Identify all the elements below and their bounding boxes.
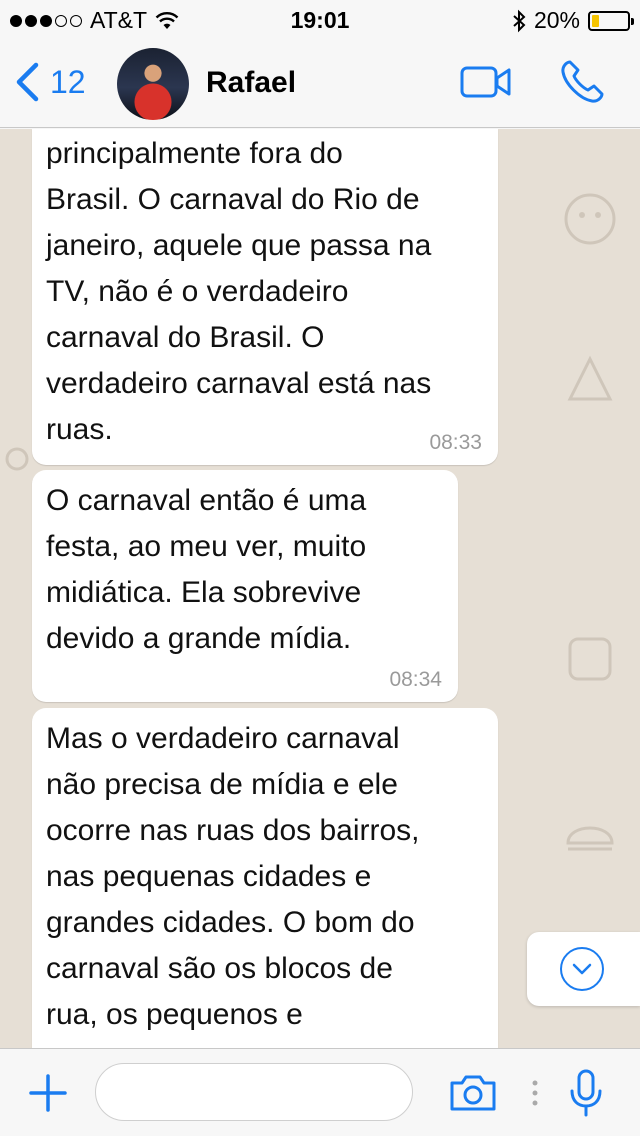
message-line: TV, não é o verdadeiro <box>46 275 349 308</box>
message-line: Mas o verdadeiro carnaval <box>46 722 400 755</box>
message-timestamp: 08:34 <box>389 668 442 691</box>
message-line: devido a grande mídia. <box>46 622 352 655</box>
message-line: não precisa de mídia e ele <box>46 768 398 801</box>
message-line: O carnaval então é uma <box>46 484 367 517</box>
plus-icon[interactable] <box>28 1073 68 1113</box>
back-button[interactable]: 12 <box>14 62 86 102</box>
scroll-down-icon <box>560 947 604 991</box>
battery-level <box>592 14 599 27</box>
message-line: nas pequenas cidades e <box>46 860 372 893</box>
unread-count: 12 <box>50 63 86 100</box>
message-timestamp: 08:33 <box>429 431 482 454</box>
separator-dots-icon <box>532 1080 538 1106</box>
scroll-to-bottom-button[interactable] <box>527 932 640 1006</box>
message-line: rua, os pequenos e <box>46 998 303 1031</box>
message-line: verdadeiro carnaval está nas <box>46 367 432 400</box>
back-chevron-icon <box>16 62 39 102</box>
message-input[interactable] <box>95 1063 413 1121</box>
message-line: grandes cidades. O bom do <box>46 906 415 939</box>
message-line: ocorre nas ruas dos bairros, <box>46 814 420 847</box>
message-bubble[interactable]: principalmente fora do Brasil. O carnava… <box>32 129 498 465</box>
chat-header: 12 Rafael <box>0 40 640 128</box>
message-line: principalmente fora do <box>46 137 343 170</box>
message-line: tradicionais <box>46 1038 484 1048</box>
bluetooth-icon <box>513 9 526 32</box>
message-text: principalmente fora do Brasil. O carnava… <box>46 129 484 453</box>
message-text: Mas o verdadeiro carnaval não precisa de… <box>46 708 484 1048</box>
phone-call-icon[interactable] <box>558 58 606 106</box>
camera-icon[interactable] <box>448 1073 498 1113</box>
message-line: carnaval do Brasil. O <box>46 321 325 354</box>
chat-area[interactable]: principalmente fora do Brasil. O carnava… <box>0 129 640 1048</box>
background-doodle-icon <box>567 355 613 401</box>
message-line: ruas. <box>46 413 113 446</box>
background-doodle-icon <box>5 447 29 471</box>
message-bubble[interactable]: O carnaval então é uma festa, ao meu ver… <box>32 470 458 702</box>
message-bubble[interactable]: Mas o verdadeiro carnaval não precisa de… <box>32 708 498 1048</box>
microphone-icon[interactable] <box>568 1069 604 1117</box>
message-line: Brasil. O carnaval do Rio de <box>46 183 420 216</box>
avatar[interactable] <box>117 48 189 120</box>
message-line: festa, ao meu ver, muito <box>46 530 367 563</box>
battery-percent: 20% <box>533 7 580 33</box>
battery-icon <box>588 10 634 31</box>
message-line: carnaval são os blocos de <box>46 952 393 985</box>
message-text: O carnaval então é uma festa, ao meu ver… <box>46 470 444 662</box>
contact-name[interactable]: Rafael <box>206 66 296 100</box>
message-line: midiática. Ela sobrevive <box>46 576 362 609</box>
message-line: janeiro, aquele que passa na <box>46 229 432 262</box>
background-doodle-icon <box>564 193 616 245</box>
status-bar: AT&T 19:01 20% <box>0 0 640 40</box>
background-doodle-icon <box>566 826 614 851</box>
message-input-bar <box>0 1048 640 1136</box>
background-doodle-icon <box>568 637 612 681</box>
video-call-icon[interactable] <box>460 64 512 100</box>
status-right: 20% <box>512 7 634 34</box>
